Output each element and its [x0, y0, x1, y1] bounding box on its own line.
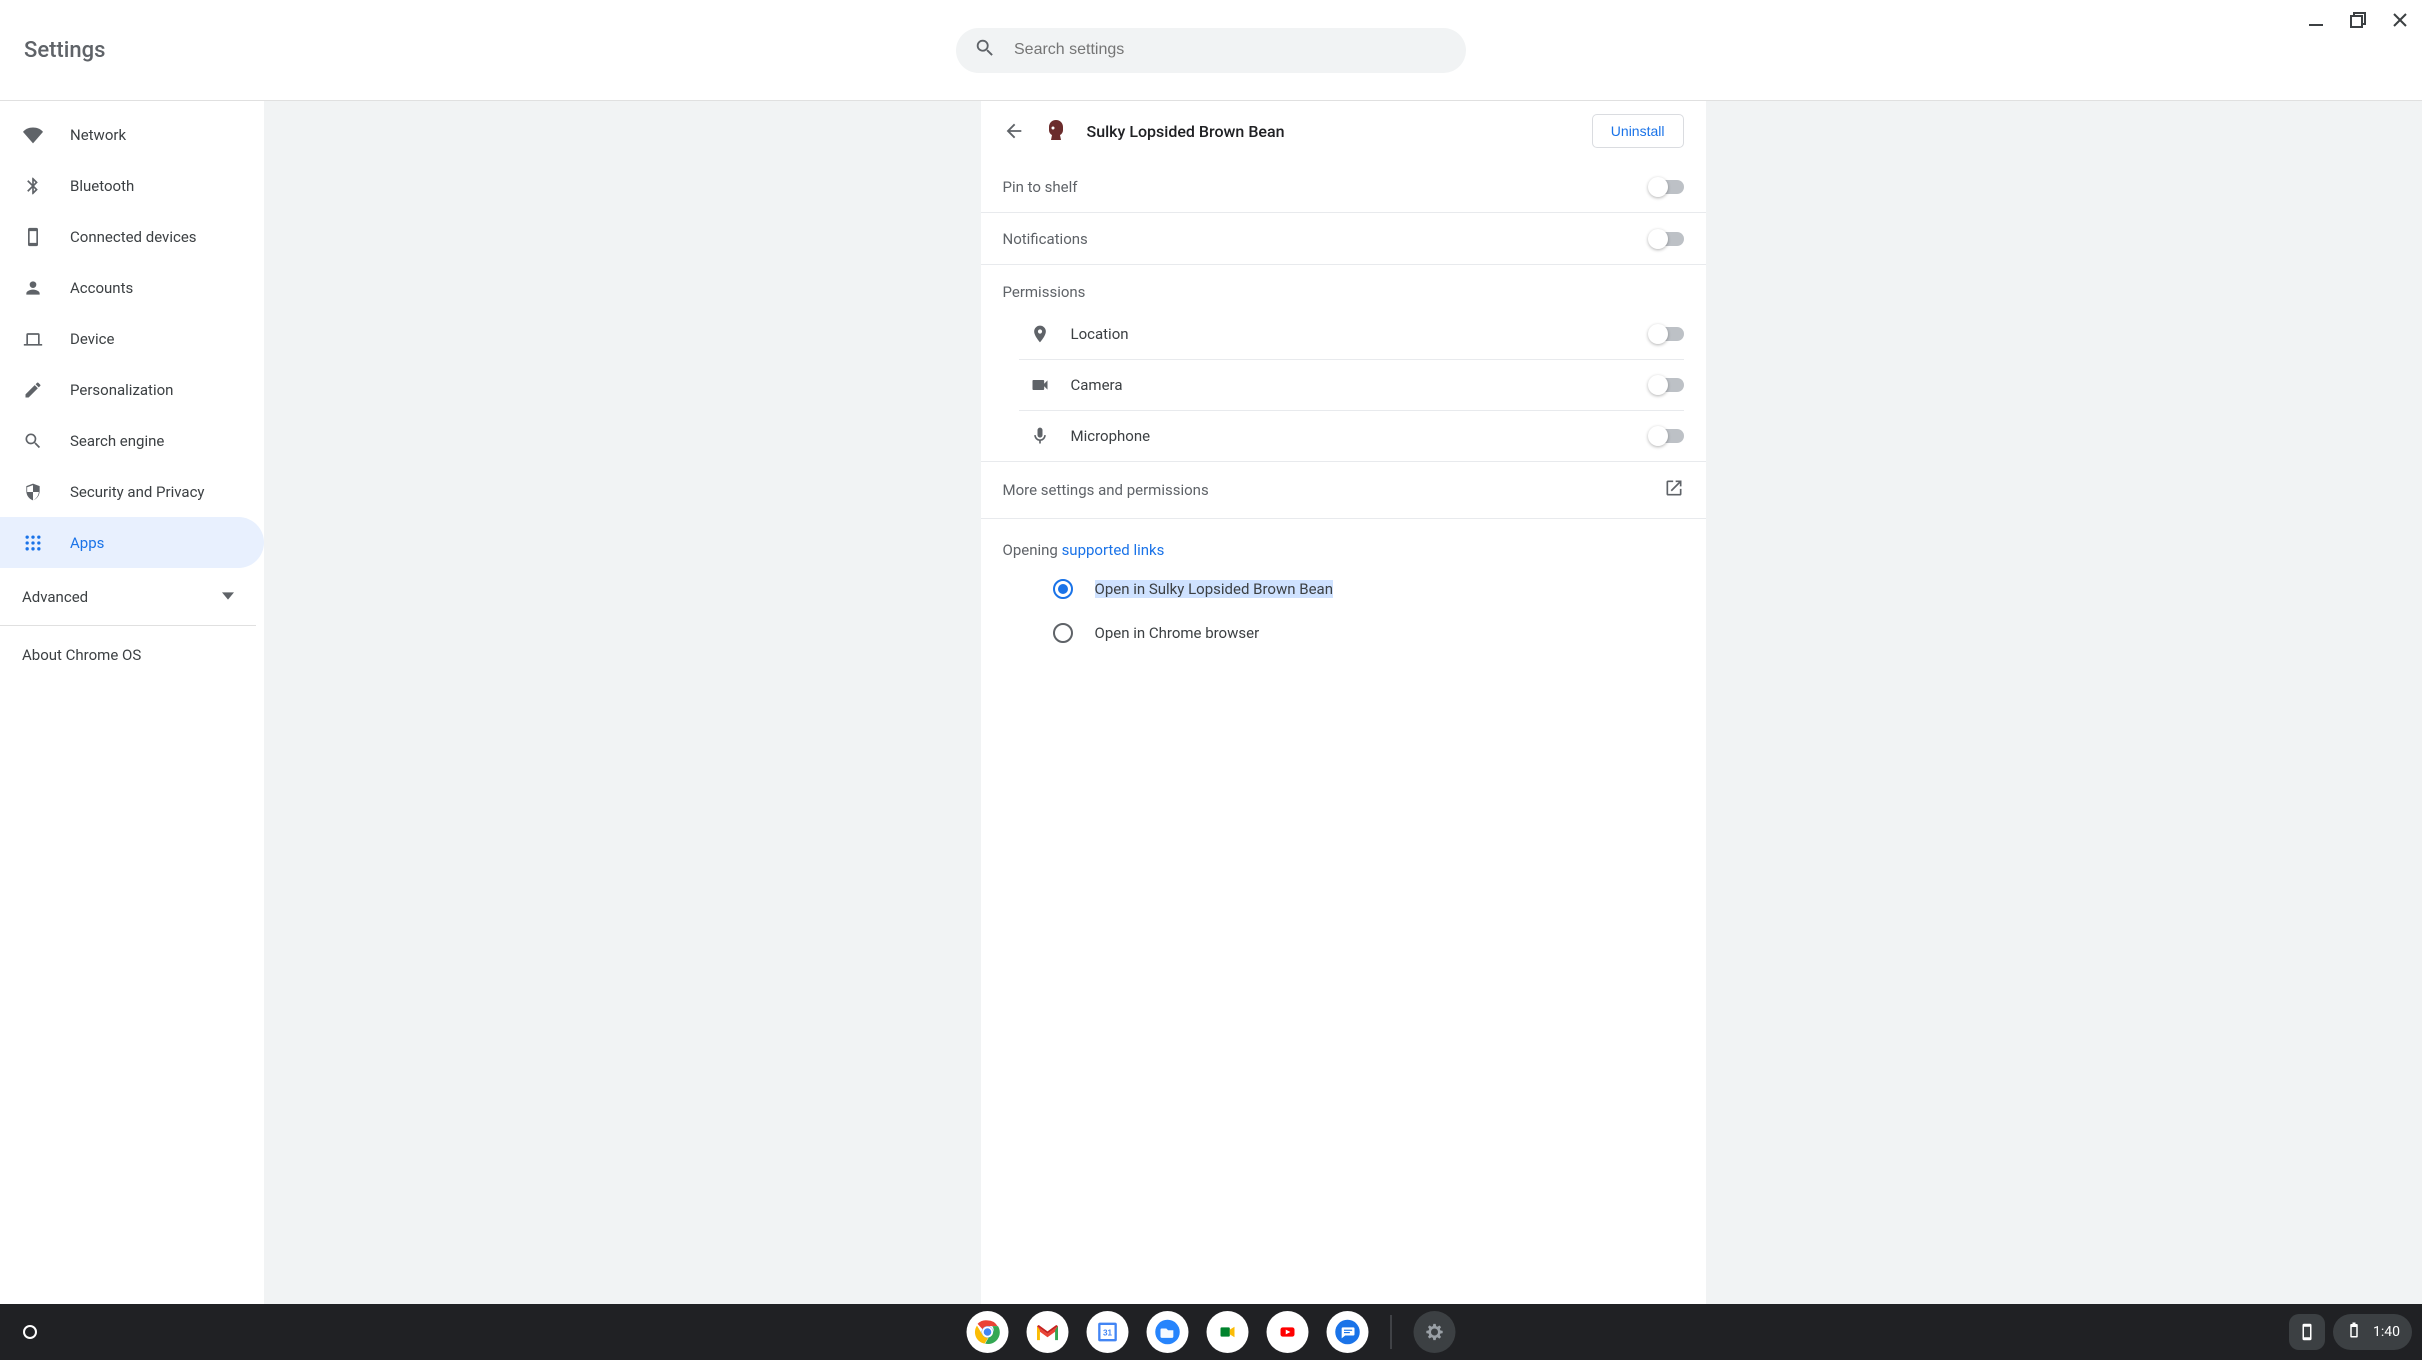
pencil-icon — [22, 379, 44, 401]
sidebar-item-connected-devices[interactable]: Connected devices — [0, 211, 264, 262]
pin-to-shelf-row: Pin to shelf — [981, 161, 1706, 213]
advanced-label: Advanced — [22, 588, 88, 606]
notifications-row: Notifications — [981, 213, 1706, 265]
sidebar-item-search-engine[interactable]: Search engine — [0, 415, 264, 466]
person-icon — [22, 277, 44, 299]
shelf-app-settings[interactable] — [1414, 1311, 1456, 1353]
search-box[interactable] — [956, 28, 1466, 73]
more-label: More settings and permissions — [1003, 481, 1209, 499]
radio-open-in-chrome[interactable]: Open in Chrome browser — [981, 611, 1706, 655]
notifications-label: Notifications — [1003, 230, 1088, 248]
sidebar-item-device[interactable]: Device — [0, 313, 264, 364]
sidebar-item-accounts[interactable]: Accounts — [0, 262, 264, 313]
radio-open-in-app[interactable]: Open in Sulky Lopsided Brown Bean — [981, 567, 1706, 611]
tray-phone-hub[interactable] — [2289, 1314, 2325, 1350]
chevron-down-icon — [222, 588, 234, 606]
app-icon — [1043, 118, 1069, 144]
sidebar-item-label: Search engine — [70, 432, 164, 450]
shelf-app-youtube[interactable] — [1267, 1311, 1309, 1353]
sidebar-about[interactable]: About Chrome OS — [0, 626, 264, 684]
page-title: Settings — [24, 38, 105, 63]
svg-text:31: 31 — [1103, 1329, 1113, 1338]
radio-label: Open in Chrome browser — [1095, 624, 1260, 642]
notifications-toggle[interactable] — [1650, 232, 1684, 246]
camera-icon — [1029, 374, 1051, 396]
sidebar-item-bluetooth[interactable]: Bluetooth — [0, 160, 264, 211]
battery-icon — [2345, 1321, 2363, 1343]
opening-links-heading: Opening supported links — [981, 519, 1706, 567]
sidebar-item-label: Apps — [70, 534, 104, 552]
back-button[interactable] — [1003, 120, 1025, 142]
uninstall-button[interactable]: Uninstall — [1592, 114, 1684, 148]
pin-toggle[interactable] — [1650, 180, 1684, 194]
shelf-app-meet[interactable] — [1207, 1311, 1249, 1353]
search-icon — [22, 430, 44, 452]
shelf-app-gmail[interactable] — [1027, 1311, 1069, 1353]
location-icon — [1029, 323, 1051, 345]
bluetooth-icon — [22, 175, 44, 197]
launcher-button[interactable] — [10, 1312, 50, 1352]
search-icon — [974, 37, 996, 63]
sidebar-advanced[interactable]: Advanced — [0, 568, 256, 626]
sidebar-item-network[interactable]: Network — [0, 109, 264, 160]
camera-toggle[interactable] — [1650, 378, 1684, 392]
microphone-toggle[interactable] — [1650, 429, 1684, 443]
shelf-app-calendar[interactable]: 31 — [1087, 1311, 1129, 1353]
opening-prefix: Opening — [1003, 541, 1062, 559]
microphone-icon — [1029, 425, 1051, 447]
shelf-separator — [1391, 1315, 1392, 1349]
shelf-app-messages[interactable] — [1327, 1311, 1369, 1353]
permission-row-location: Location — [1019, 309, 1684, 360]
sidebar-item-label: Device — [70, 330, 114, 348]
apps-grid-icon — [22, 532, 44, 554]
search-input[interactable] — [1014, 41, 1448, 59]
sidebar-item-label: Network — [70, 126, 126, 144]
window-close-icon[interactable] — [2388, 8, 2412, 32]
sidebar-item-label: Personalization — [70, 381, 173, 399]
open-external-icon — [1664, 478, 1684, 502]
permission-row-microphone: Microphone — [1019, 411, 1684, 461]
permission-label: Microphone — [1071, 427, 1151, 445]
sidebar-item-label: Accounts — [70, 279, 133, 297]
supported-links-link[interactable]: supported links — [1062, 541, 1165, 559]
app-name: Sulky Lopsided Brown Bean — [1087, 122, 1574, 141]
sidebar-item-label: Security and Privacy — [70, 483, 205, 501]
shelf: 31 1:40 — [0, 1304, 2422, 1360]
laptop-icon — [22, 328, 44, 350]
sidebar-item-label: Connected devices — [70, 228, 197, 246]
status-tray[interactable]: 1:40 — [2333, 1314, 2412, 1350]
radio-label: Open in Sulky Lopsided Brown Bean — [1095, 580, 1334, 598]
sidebar-item-label: Bluetooth — [70, 177, 134, 195]
permission-label: Camera — [1071, 376, 1123, 394]
radio-button-icon — [1053, 579, 1073, 599]
shelf-app-files[interactable] — [1147, 1311, 1189, 1353]
app-detail-panel: Sulky Lopsided Brown Bean Uninstall Pin … — [981, 101, 1706, 1304]
location-toggle[interactable] — [1650, 327, 1684, 341]
about-label: About Chrome OS — [22, 646, 141, 664]
wifi-icon — [22, 124, 44, 146]
shelf-app-chrome[interactable] — [967, 1311, 1009, 1353]
more-settings-row[interactable]: More settings and permissions — [981, 461, 1706, 519]
clock: 1:40 — [2373, 1324, 2400, 1340]
sidebar-item-security[interactable]: Security and Privacy — [0, 466, 264, 517]
permissions-heading: Permissions — [981, 265, 1706, 309]
permission-label: Location — [1071, 325, 1129, 343]
pin-label: Pin to shelf — [1003, 178, 1078, 196]
sidebar: Network Bluetooth Connected devices Acco… — [0, 101, 264, 1304]
phone-icon — [22, 226, 44, 248]
permission-row-camera: Camera — [1019, 360, 1684, 411]
shield-icon — [22, 481, 44, 503]
radio-button-icon — [1053, 623, 1073, 643]
window-maximize-icon[interactable] — [2346, 8, 2370, 32]
window-minimize-icon[interactable] — [2304, 8, 2328, 32]
sidebar-item-apps[interactable]: Apps — [0, 517, 264, 568]
header: Settings — [0, 0, 2422, 100]
sidebar-item-personalization[interactable]: Personalization — [0, 364, 264, 415]
